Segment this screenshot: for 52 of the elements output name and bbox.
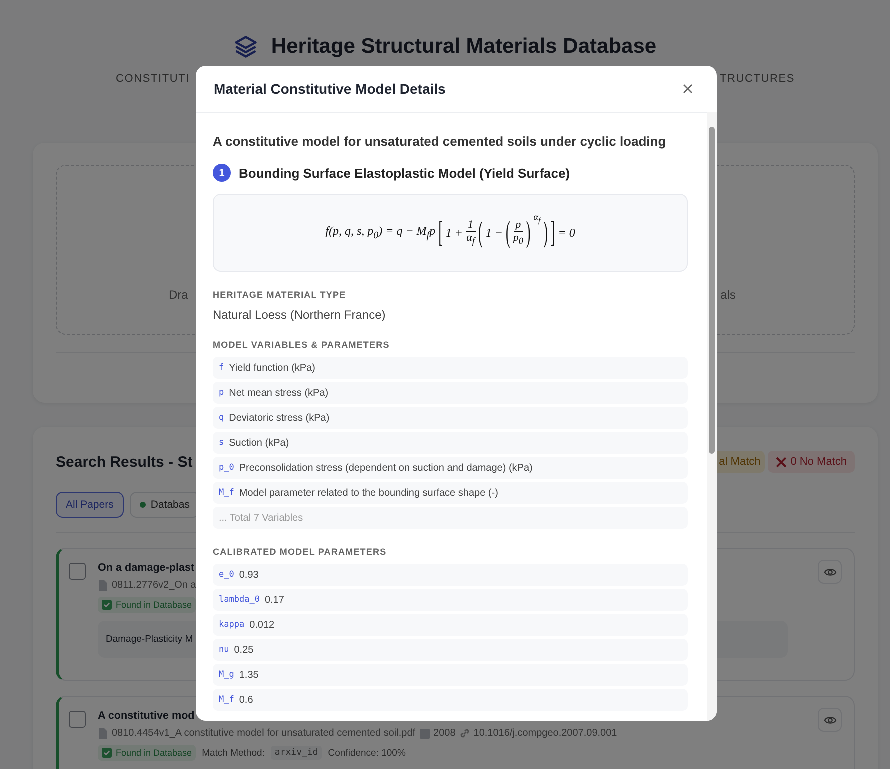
parameter-row: kappa 0.012	[213, 614, 688, 636]
layers-icon	[233, 34, 260, 60]
scrollbar[interactable]	[707, 112, 717, 721]
file-name: 0811.2776v2_On a	[112, 580, 196, 591]
file-icon	[98, 580, 108, 591]
paper-year: 2008	[434, 728, 456, 739]
match-count-badge: 0 No Match	[768, 451, 855, 473]
variable-row: q Deviatoric stress (kPa)	[213, 407, 688, 429]
section-label: CALIBRATED MODEL PARAMETERS	[213, 547, 388, 557]
paper-title: A constitutive mod	[98, 710, 195, 722]
checkbox[interactable]	[69, 563, 86, 580]
parameter-row: nu 0.25	[213, 639, 688, 661]
parameter-row: M_f 0.6	[213, 689, 688, 711]
paper-title: A constitutive model for unsaturated cemented soils under cyclic loading	[213, 134, 668, 149]
link-icon	[460, 728, 470, 739]
variable-row: f Yield function (kPa)	[213, 357, 688, 379]
section-label: MODEL VARIABLES & PARAMETERS	[213, 340, 391, 350]
section-label: HERITAGE MATERIAL TYPE	[213, 290, 348, 300]
parameter-row: lambda_0 0.17	[213, 589, 688, 611]
model-number: 1	[213, 164, 231, 182]
view-button[interactable]	[818, 560, 842, 584]
paper-title: On a damage-plast	[98, 562, 195, 574]
variable-row: M_f Model parameter related to the bounding surface shape (-)	[213, 482, 688, 504]
view-button[interactable]	[818, 708, 842, 732]
doi-text: 10.1016/j.compgeo.2007.09.001	[474, 728, 618, 739]
parameter-row: M_g 1.35	[213, 664, 688, 686]
variables-total: ... Total 7 Variables	[213, 507, 688, 529]
confidence-text: Confidence: 100%	[328, 748, 406, 758]
variable-row: s Suction (kPa)	[213, 432, 688, 454]
file-name: 0810.4454v1_A constitutive model for unsaturated cemented soil.pdf	[112, 728, 416, 739]
drop-hint: Dra	[169, 288, 188, 302]
modal-title: Material Constitutive Model Details	[214, 81, 446, 97]
drop-hint: als	[720, 288, 736, 302]
status-badge: Found in Database	[98, 597, 196, 613]
file-icon	[98, 728, 108, 739]
parameter-row: e_0 0.93	[213, 564, 688, 586]
variable-row: p_0 Preconsolidation stress (dependent on suction and damage) (kPa)	[213, 457, 688, 479]
variable-row: p Net mean stress (kPa)	[213, 382, 688, 404]
match-method-label: Match Method:	[202, 748, 265, 758]
app-title: Heritage Structural Materials Database	[271, 35, 657, 59]
close-icon[interactable]	[681, 82, 695, 96]
nav-link[interactable]: CONSTITUTI	[116, 73, 190, 85]
calendar-icon	[420, 728, 430, 739]
nav-link[interactable]: TRUCTURES	[720, 73, 795, 85]
filter-button[interactable]: All Papers	[56, 492, 124, 518]
results-title: Search Results - St	[56, 454, 193, 470]
model-name: Bounding Surface Elastoplastic Model (Yield Surface)	[239, 166, 570, 180]
material-type: Natural Loess (Northern France)	[213, 308, 387, 322]
status-badge: Found in Database	[98, 745, 196, 761]
checkbox[interactable]	[69, 711, 86, 728]
match-method: arxiv_id	[270, 746, 322, 760]
x-icon	[776, 456, 787, 468]
